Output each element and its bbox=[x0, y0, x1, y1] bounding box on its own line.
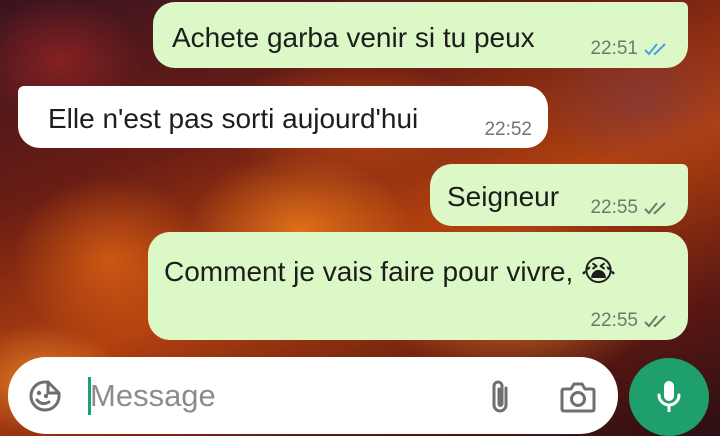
camera-button[interactable] bbox=[558, 377, 598, 417]
message-input[interactable] bbox=[86, 375, 470, 417]
message-time: 22:55 bbox=[590, 310, 638, 331]
message-bubble-outgoing[interactable]: Achete garba venir si tu peux 22:51 bbox=[153, 2, 688, 68]
message-time: 22:51 bbox=[590, 38, 638, 59]
chat-screen: Achete garba venir si tu peux 22:51 Elle… bbox=[0, 0, 720, 436]
delivered-receipt-icon bbox=[644, 202, 666, 215]
microphone-icon bbox=[657, 381, 681, 412]
message-meta: 22:55 bbox=[590, 310, 670, 332]
message-time: 22:52 bbox=[484, 119, 532, 140]
attach-button[interactable] bbox=[484, 377, 518, 417]
read-receipt-icon bbox=[644, 43, 666, 56]
message-meta: 22:55 bbox=[590, 197, 670, 219]
emoji-button[interactable] bbox=[26, 377, 64, 415]
message-bubble-outgoing[interactable]: Seigneur 22:55 bbox=[430, 164, 688, 226]
message-text: Seigneur bbox=[447, 181, 560, 212]
message-meta: 22:51 bbox=[590, 38, 670, 60]
paperclip-icon bbox=[492, 380, 508, 413]
voice-record-button[interactable] bbox=[629, 358, 709, 436]
message-text: Comment je vais faire pour vivre, 😭 bbox=[164, 254, 616, 289]
message-composer bbox=[8, 357, 618, 434]
message-text-content: Comment je vais faire pour vivre, bbox=[164, 256, 574, 287]
camera-icon bbox=[560, 382, 596, 413]
message-bubble-outgoing[interactable]: Comment je vais faire pour vivre, 😭 22:5… bbox=[148, 232, 688, 340]
message-text: Achete garba venir si tu peux bbox=[172, 22, 535, 53]
message-text: Elle n'est pas sorti aujourd'hui bbox=[48, 103, 419, 134]
delivered-receipt-icon bbox=[644, 315, 666, 328]
emoji-icon bbox=[29, 380, 61, 412]
message-meta: 22:52 bbox=[484, 119, 532, 141]
message-time: 22:55 bbox=[590, 197, 638, 218]
crying-emoji: 😭 bbox=[581, 255, 617, 288]
message-bubble-incoming[interactable]: Elle n'est pas sorti aujourd'hui 22:52 bbox=[18, 86, 548, 148]
